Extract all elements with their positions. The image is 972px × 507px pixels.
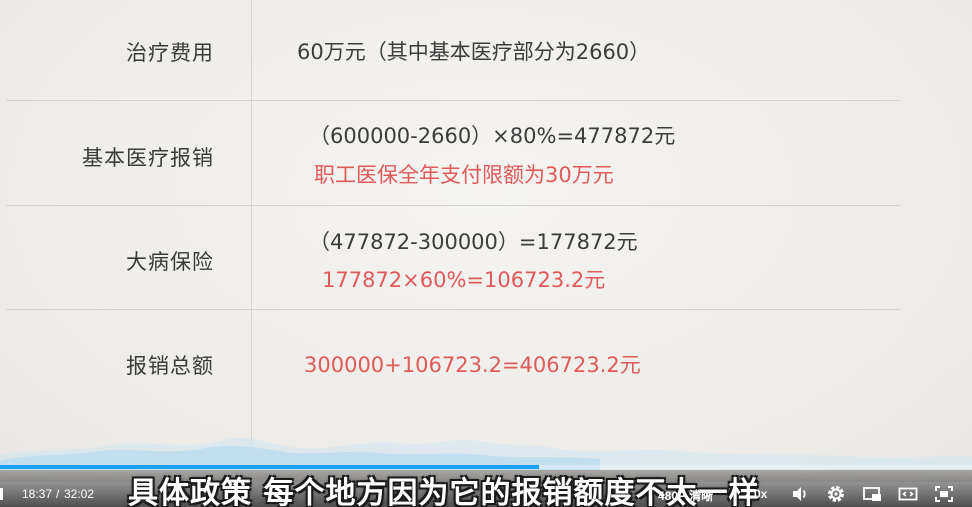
mountain-decoration <box>0 437 972 470</box>
speed-selector[interactable]: 2.0x <box>744 487 767 501</box>
video-player[interactable]: 治疗费用 60万元（其中基本医疗部分为2660） 基本医疗报销 （600000-… <box>0 0 972 507</box>
video-frame[interactable]: 治疗费用 60万元（其中基本医疗部分为2660） 基本医疗报销 （600000-… <box>0 0 972 482</box>
widescreen-button[interactable] <box>898 484 920 504</box>
quality-selector[interactable]: 480P 清晰 <box>658 487 713 504</box>
table-divider <box>6 100 900 101</box>
row-label-total-reimbursement: 报销总额 <box>126 354 214 378</box>
pip-button[interactable] <box>862 484 884 504</box>
basic-medical-formula: （600000-2660）×80%=477872元 <box>309 124 676 148</box>
row-label-critical-illness-insurance: 大病保险 <box>126 250 214 274</box>
row-label-basic-medical-reimbursement: 基本医疗报销 <box>82 146 214 170</box>
table-divider <box>6 309 900 310</box>
fullscreen-button[interactable] <box>934 484 956 504</box>
play-button[interactable] <box>0 488 3 500</box>
basic-medical-limit-note: 职工医保全年支付限额为30万元 <box>314 163 614 187</box>
settings-icon <box>826 484 848 504</box>
pip-icon <box>862 484 884 504</box>
critical-illness-formula: （477872-300000）=177872元 <box>309 230 638 254</box>
volume-icon <box>790 484 812 504</box>
current-time: 18:37 <box>22 487 53 501</box>
fullscreen-icon <box>934 484 956 504</box>
table-divider <box>6 205 900 206</box>
table-column-divider <box>251 0 252 460</box>
settings-button[interactable] <box>826 484 848 504</box>
critical-illness-result: 177872×60%=106723.2元 <box>322 268 606 292</box>
duration: 32:02 <box>64 487 95 501</box>
row-label-treatment-cost: 治疗费用 <box>126 41 214 65</box>
total-reimbursement-value: 300000+106723.2=406723.2元 <box>304 353 641 377</box>
treatment-cost-value: 60万元（其中基本医疗部分为2660） <box>297 40 651 64</box>
volume-button[interactable] <box>790 484 812 504</box>
widescreen-icon <box>898 484 920 504</box>
time-separator: / <box>56 487 60 501</box>
